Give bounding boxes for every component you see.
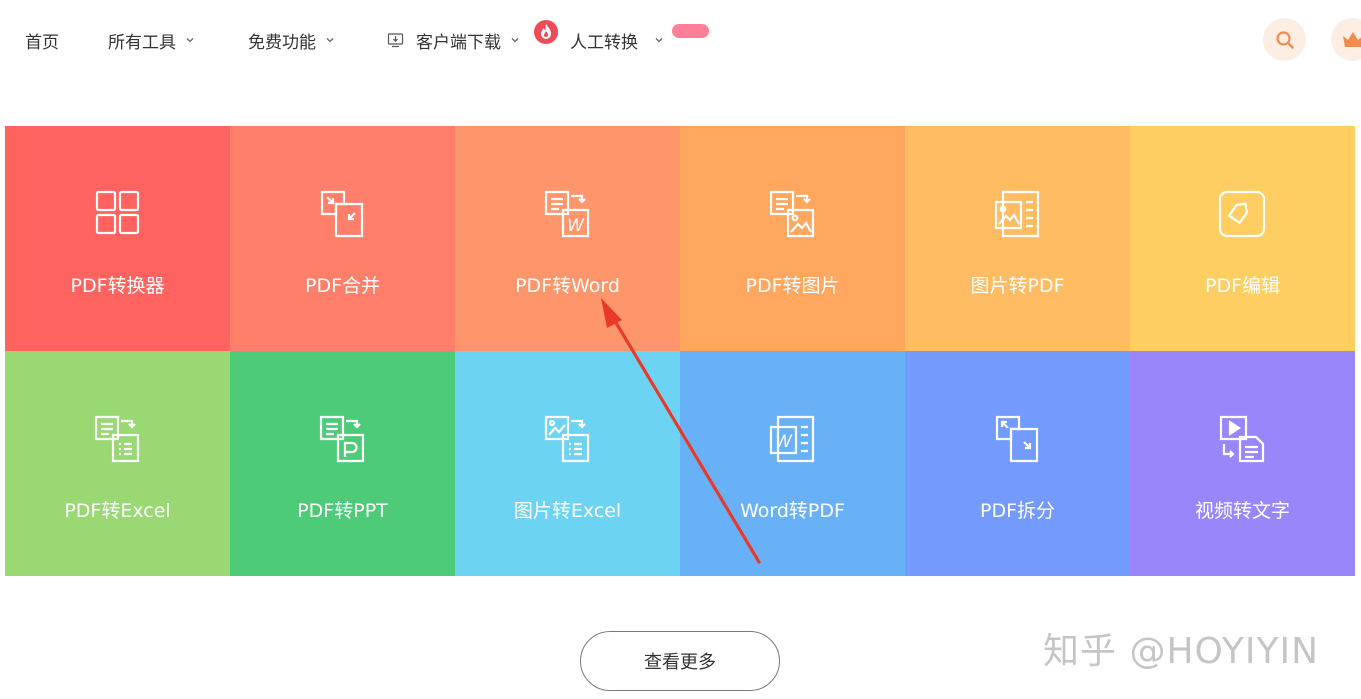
crown-icon (1342, 31, 1361, 47)
nav-free-features[interactable]: 免费功能 (248, 27, 335, 53)
word-to-pdf-icon: W (769, 415, 815, 463)
nav-home[interactable]: 首页 (25, 27, 59, 53)
tool-pdf-to-image[interactable]: PDF转图片 (680, 126, 905, 351)
watermark: 知乎 @HOYIYIN (1043, 631, 1320, 672)
tool-word-to-pdf[interactable]: W Word转PDF (680, 351, 905, 576)
chevron-down-icon (655, 38, 663, 43)
split-icon (995, 415, 1039, 463)
tool-label: PDF转PPT (297, 500, 388, 522)
chevron-down-icon (511, 38, 519, 43)
nav-manual-conversion[interactable]: 人工转换 (570, 27, 664, 53)
tool-label: PDF转换器 (70, 275, 165, 297)
nav-free-features-label: 免费功能 (248, 32, 316, 53)
nav-manual-conversion-label: 人工转换 (570, 32, 638, 53)
grid-icon (95, 190, 140, 235)
tool-label: PDF转Word (515, 275, 620, 297)
pdf-to-word-icon: W (544, 190, 590, 238)
tool-label: PDF拆分 (979, 500, 1056, 522)
tool-pdf-to-ppt[interactable]: PDF转PPT (230, 351, 455, 576)
view-more-button[interactable]: 查看更多 (580, 631, 780, 691)
tool-video-to-text[interactable]: 视频转文字 (1130, 351, 1355, 576)
pdf-to-image-icon (769, 190, 815, 238)
nav-client-download[interactable]: 客户端下载 (387, 27, 520, 53)
nav-all-tools[interactable]: 所有工具 (108, 27, 195, 53)
tool-pdf-merge[interactable]: PDF合并 (230, 126, 455, 351)
search-icon (1275, 30, 1294, 49)
merge-icon (320, 190, 364, 238)
tool-grid: PDF转换器 PDF合并 W PDF转Word PDF转图片 图片转PDF PD… (5, 126, 1355, 576)
svg-text:W: W (775, 432, 793, 452)
fire-icon (534, 20, 558, 44)
tool-label: PDF转Excel (64, 500, 171, 522)
search-button[interactable] (1263, 18, 1306, 61)
nav-all-tools-label: 所有工具 (108, 32, 176, 53)
hot-badge (672, 24, 709, 38)
tool-pdf-split[interactable]: PDF拆分 (905, 351, 1130, 576)
nav-client-download-label: 客户端下载 (416, 32, 501, 53)
edit-icon (1218, 190, 1266, 238)
image-to-excel-icon (544, 415, 590, 463)
tool-pdf-converter[interactable]: PDF转换器 (5, 126, 230, 351)
svg-text:W: W (567, 216, 585, 236)
tool-label: 图片转PDF (970, 275, 1065, 297)
chevron-down-icon (186, 38, 194, 43)
download-icon (387, 32, 404, 47)
tool-pdf-to-excel[interactable]: PDF转Excel (5, 351, 230, 576)
tool-label: Word转PDF (740, 500, 845, 522)
pdf-to-excel-icon (94, 415, 140, 463)
top-nav: 首页 所有工具 免费功能 客户端下载 人工转换 (0, 0, 1361, 80)
image-to-pdf-icon (994, 190, 1040, 238)
tool-label: PDF编辑 (1204, 275, 1281, 297)
nav-home-label: 首页 (25, 32, 59, 53)
tool-image-to-excel[interactable]: 图片转Excel (455, 351, 680, 576)
tool-label: 视频转文字 (1194, 500, 1290, 522)
vip-button[interactable] (1331, 18, 1361, 61)
chevron-down-icon (326, 38, 334, 43)
tool-pdf-to-word[interactable]: W PDF转Word (455, 126, 680, 351)
tool-label: PDF合并 (304, 275, 381, 297)
video-to-text-icon (1219, 415, 1265, 463)
tool-label: 图片转Excel (513, 500, 622, 522)
tool-image-to-pdf[interactable]: 图片转PDF (905, 126, 1130, 351)
pdf-to-ppt-icon (319, 415, 365, 463)
view-more-label: 查看更多 (644, 652, 716, 673)
tool-pdf-edit[interactable]: PDF编辑 (1130, 126, 1355, 351)
tool-label: PDF转图片 (745, 275, 840, 297)
